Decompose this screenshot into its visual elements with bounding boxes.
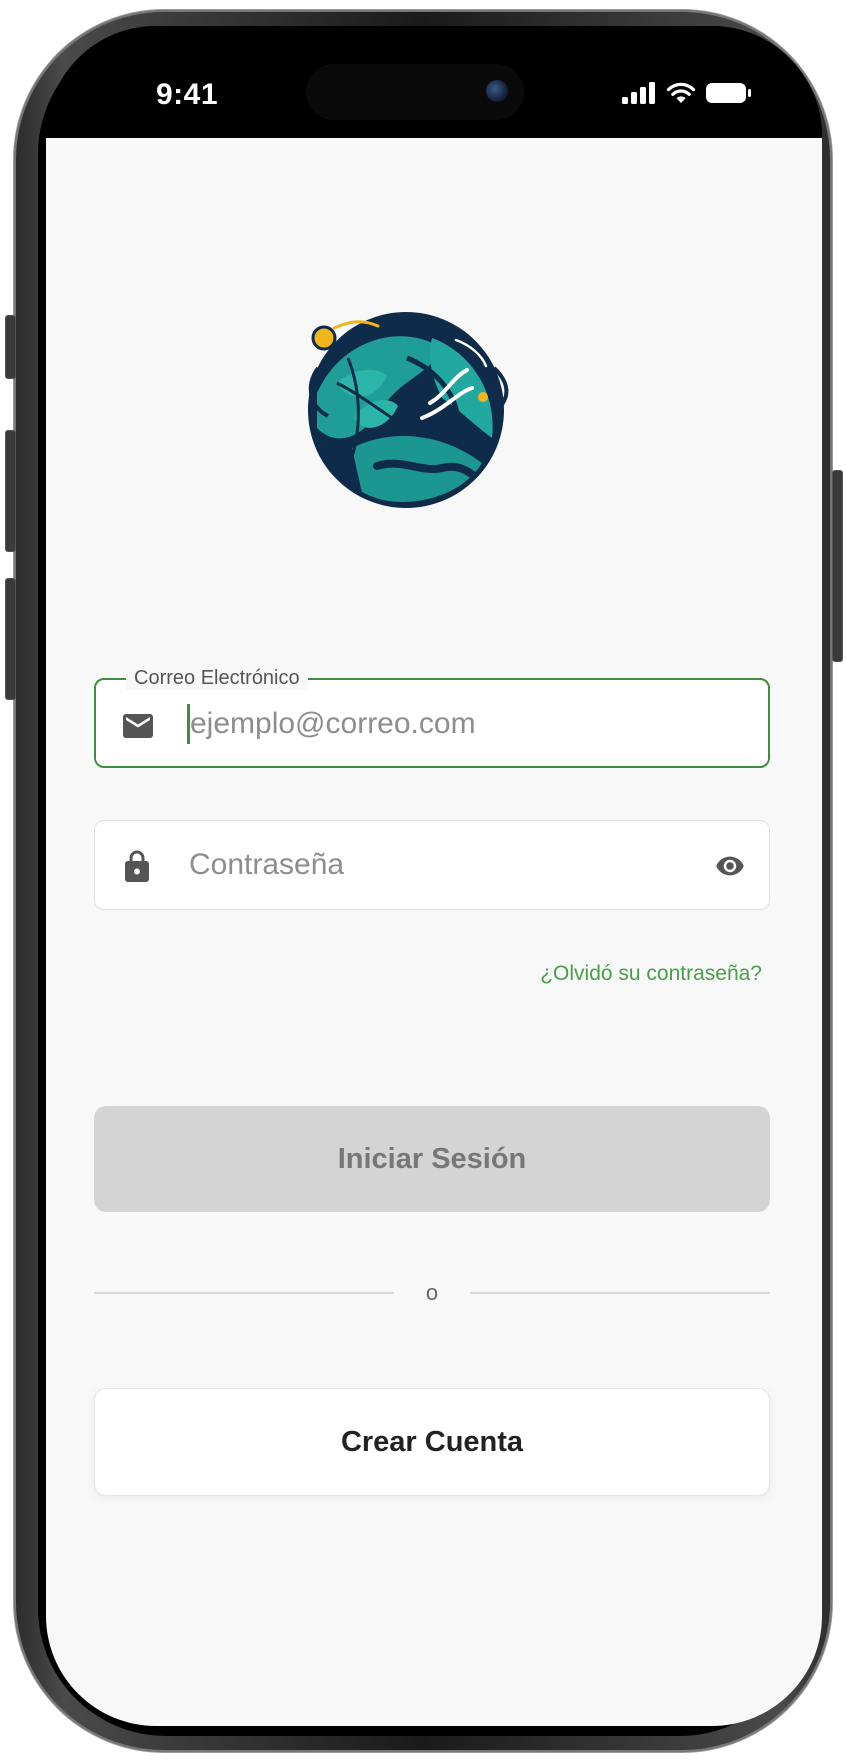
- lock-icon: [125, 850, 149, 882]
- email-label: Correo Electrónico: [126, 666, 308, 690]
- phone-screen: 9:41 Correo Electrónico ejemplo@correo.c…: [46, 26, 822, 1726]
- password-field[interactable]: [94, 820, 770, 910]
- divider-text: o: [425, 1280, 439, 1305]
- volume-down-button: [5, 578, 16, 700]
- status-time: 9:41: [156, 78, 219, 111]
- status-bar: 9:41: [46, 26, 822, 138]
- camera-icon: [486, 80, 508, 102]
- text-caret: [187, 704, 190, 744]
- eye-icon[interactable]: [711, 851, 749, 881]
- power-button: [832, 470, 843, 662]
- password-input[interactable]: [189, 843, 689, 887]
- forgot-password-link[interactable]: ¿Olvidó su contraseña?: [540, 962, 762, 986]
- or-divider: o: [94, 1278, 770, 1308]
- email-input[interactable]: [190, 702, 690, 746]
- volume-up-button: [5, 430, 16, 552]
- battery-icon: [706, 83, 751, 103]
- cellular-signal-icon: [622, 82, 655, 104]
- mail-icon: [123, 714, 153, 738]
- status-icons: [622, 82, 752, 104]
- wifi-icon: [666, 82, 696, 103]
- email-field[interactable]: Correo Electrónico: [94, 666, 770, 768]
- login-screen: Correo Electrónico ¿Olvidó su contraseña…: [46, 138, 822, 1726]
- sign-in-button[interactable]: Iniciar Sesión: [94, 1106, 770, 1212]
- dynamic-island: [306, 64, 524, 120]
- earth-leaves-logo-icon: [282, 298, 528, 514]
- create-account-button[interactable]: Crear Cuenta: [94, 1388, 770, 1496]
- action-button: [5, 315, 16, 379]
